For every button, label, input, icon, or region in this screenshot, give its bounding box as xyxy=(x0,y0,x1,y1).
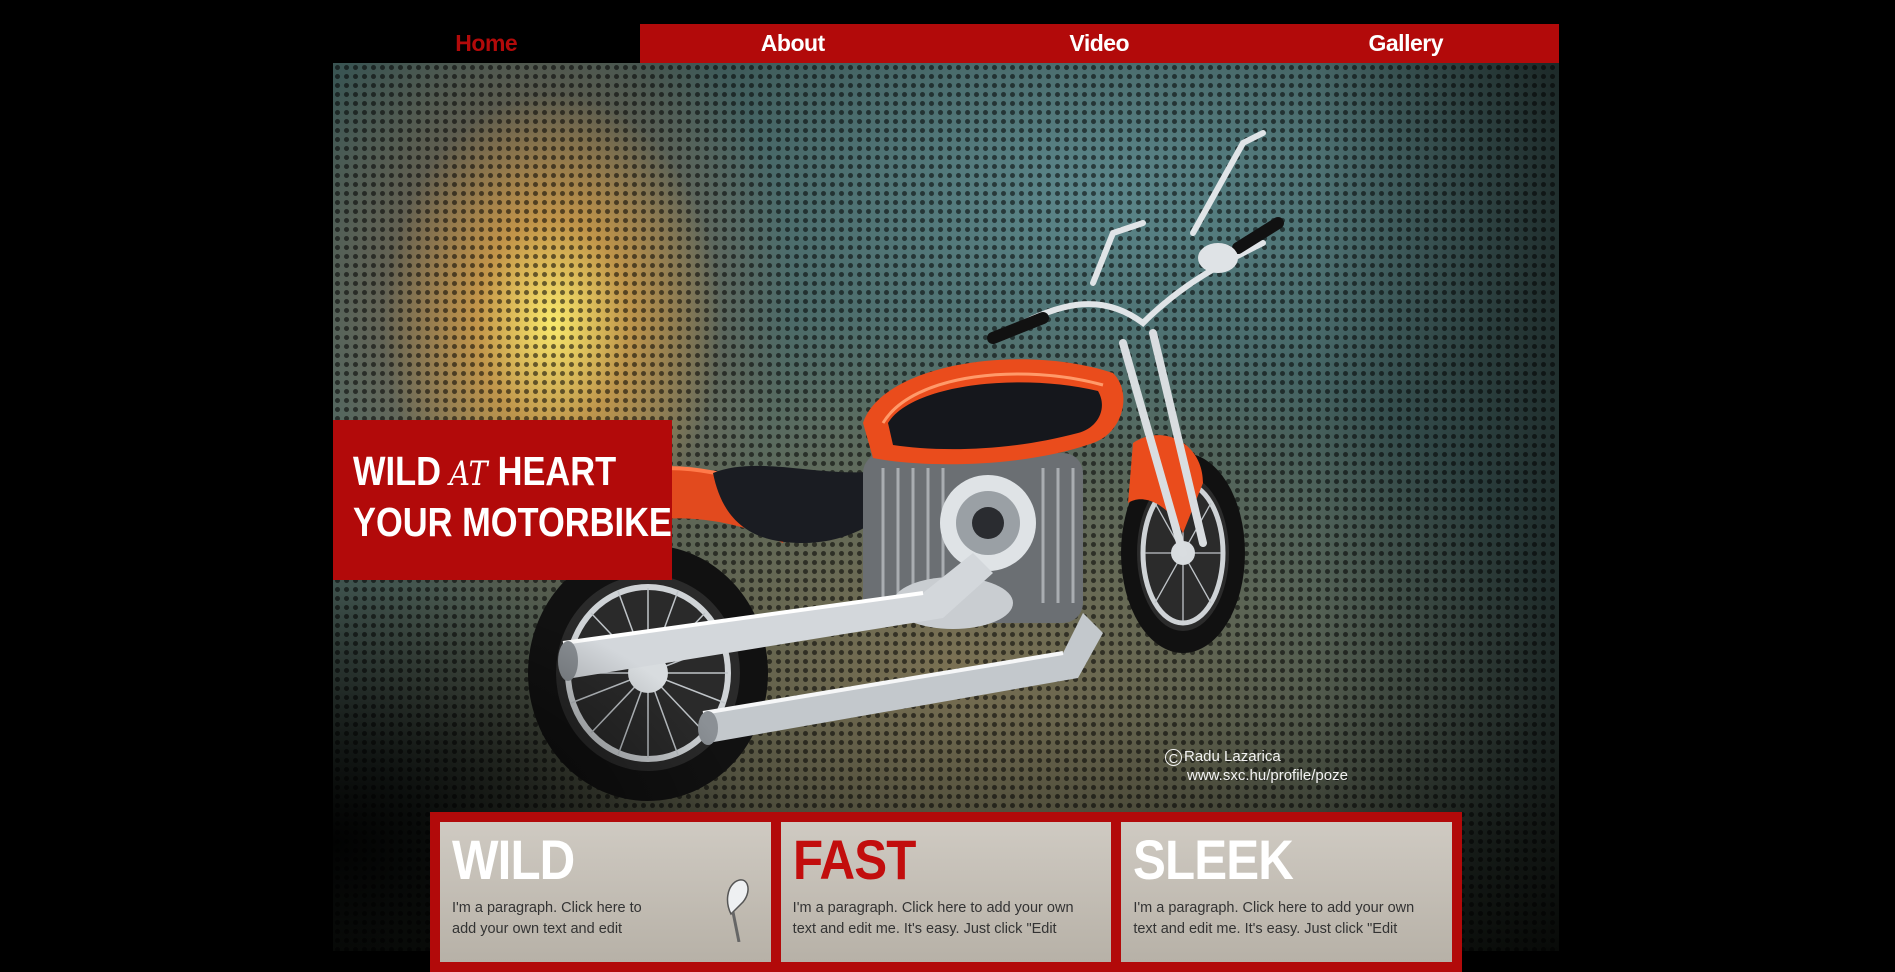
feature-paragraph[interactable]: I'm a paragraph. Click here to add your … xyxy=(1133,898,1440,940)
photo-credit: C Radu Lazarica www.sxc.hu/profile/poze xyxy=(1165,747,1348,785)
feature-paragraph[interactable]: I'm a paragraph. Click here to add your … xyxy=(452,898,652,940)
headline-line-2: YOUR MOTORBIKE xyxy=(353,499,672,545)
mirror-image xyxy=(726,879,749,942)
feature-fast: FAST I'm a paragraph. Click here to add … xyxy=(780,822,1112,962)
main-nav: Home About Video Gallery xyxy=(333,24,1559,63)
feature-title: WILD xyxy=(452,828,575,891)
nav-video[interactable]: Video xyxy=(946,24,1253,63)
credit-url: www.sxc.hu/profile/poze xyxy=(1187,767,1348,784)
nav-gallery[interactable]: Gallery xyxy=(1252,24,1559,63)
feature-sleek: SLEEK I'm a paragraph. Click here to add… xyxy=(1121,822,1453,962)
nav-about[interactable]: About xyxy=(639,24,946,63)
feature-boxes: WILD I'm a paragraph. Click here to add … xyxy=(430,812,1462,972)
copyright-icon: C xyxy=(1165,748,1182,766)
headline-line-1: WILD AT HEART xyxy=(353,448,616,495)
headline-wild: WILD xyxy=(353,448,441,494)
feature-title: FAST xyxy=(792,828,916,891)
nav-home[interactable]: Home xyxy=(333,24,640,63)
feature-title: SLEEK xyxy=(1133,828,1294,891)
feature-paragraph[interactable]: I'm a paragraph. Click here to add your … xyxy=(793,898,1100,940)
credit-name: Radu Lazarica xyxy=(1184,748,1281,765)
headline-at: AT xyxy=(449,454,488,494)
headline-box: WILD AT HEART YOUR MOTORBIKE xyxy=(333,420,672,580)
page: Home About Video Gallery WILD AT HEART Y… xyxy=(333,0,1559,972)
headline-heart: HEART xyxy=(497,448,617,494)
feature-wild: WILD I'm a paragraph. Click here to add … xyxy=(440,822,771,962)
